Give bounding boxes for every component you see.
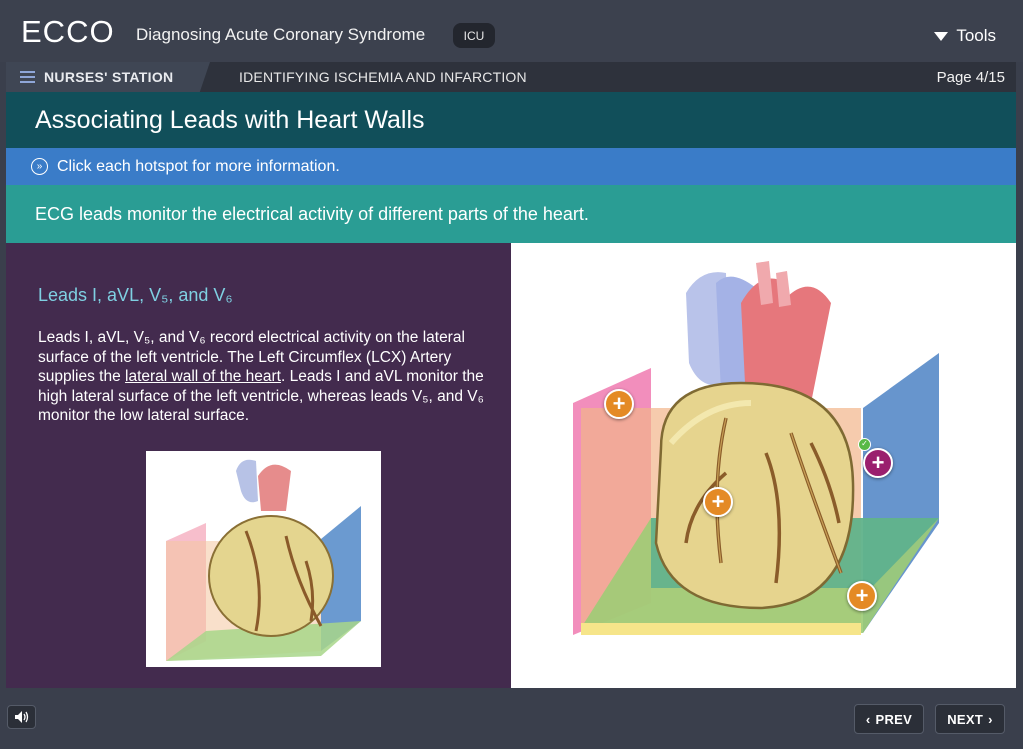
tools-label: Tools xyxy=(956,26,996,45)
hotspot-lateral-wall[interactable]: + xyxy=(863,448,893,478)
prev-label: PREV xyxy=(875,711,913,727)
next-label: NEXT xyxy=(947,711,984,727)
heart-diagram-panel: + + + ✓ + xyxy=(511,243,1016,688)
hotspot-inferior-wall[interactable]: + xyxy=(847,581,877,611)
page-title: Associating Leads with Heart Walls xyxy=(6,92,1016,148)
info-heading: Leads I, aVL, V₅, and V₆ xyxy=(38,285,233,305)
chevron-left-icon: ‹ xyxy=(865,711,871,727)
caret-down-icon xyxy=(934,31,949,41)
sound-toggle-button[interactable] xyxy=(7,705,36,729)
heart-thumbnail-image xyxy=(146,451,381,667)
next-button[interactable]: NEXT › xyxy=(935,704,1005,734)
instruction-bar: » Click each hotspot for more informatio… xyxy=(6,148,1016,185)
info-body: Leads I, aVL, V₅, and V₆ record electric… xyxy=(38,328,500,426)
section-title: IDENTIFYING ISCHEMIA AND INFARCTION xyxy=(239,69,527,85)
hotspot-anterior-wall[interactable]: + xyxy=(703,487,733,517)
fast-forward-icon: » xyxy=(31,158,48,175)
nurses-station-label: NURSES' STATION xyxy=(44,69,174,85)
hotspot-left-wall[interactable]: + xyxy=(604,389,634,419)
chevron-right-icon: › xyxy=(988,711,993,727)
menu-icon xyxy=(20,71,35,83)
instruction-text: Click each hotspot for more information. xyxy=(57,157,340,175)
intro-text: ECG leads monitor the electrical activit… xyxy=(6,185,1016,243)
footer-bar: ‹ PREV NEXT › xyxy=(0,688,1023,749)
speaker-icon xyxy=(14,711,28,723)
nurses-station-button[interactable]: NURSES' STATION xyxy=(6,62,210,92)
page-indicator: Page 4/15 xyxy=(936,69,1005,86)
visited-check-icon: ✓ xyxy=(858,438,871,451)
heart-3d-illustration xyxy=(573,261,939,635)
info-panel: Leads I, aVL, V₅, and V₆ Leads I, aVL, V… xyxy=(6,243,511,688)
heart-thumbnail-illustration xyxy=(166,459,361,661)
lateral-wall-link[interactable]: lateral wall of the heart xyxy=(125,368,281,385)
tools-menu-button[interactable]: Tools xyxy=(934,26,996,46)
course-title: Diagnosing Acute Coronary Syndrome xyxy=(136,25,426,44)
app-logo: ECCO xyxy=(21,14,115,49)
top-header: ECCO Diagnosing Acute Coronary Syndrome … xyxy=(0,0,1023,62)
prev-button[interactable]: ‹ PREV xyxy=(854,704,924,734)
navigation-bar: NURSES' STATION IDENTIFYING ISCHEMIA AND… xyxy=(6,62,1016,92)
unit-badge: ICU xyxy=(453,23,495,48)
